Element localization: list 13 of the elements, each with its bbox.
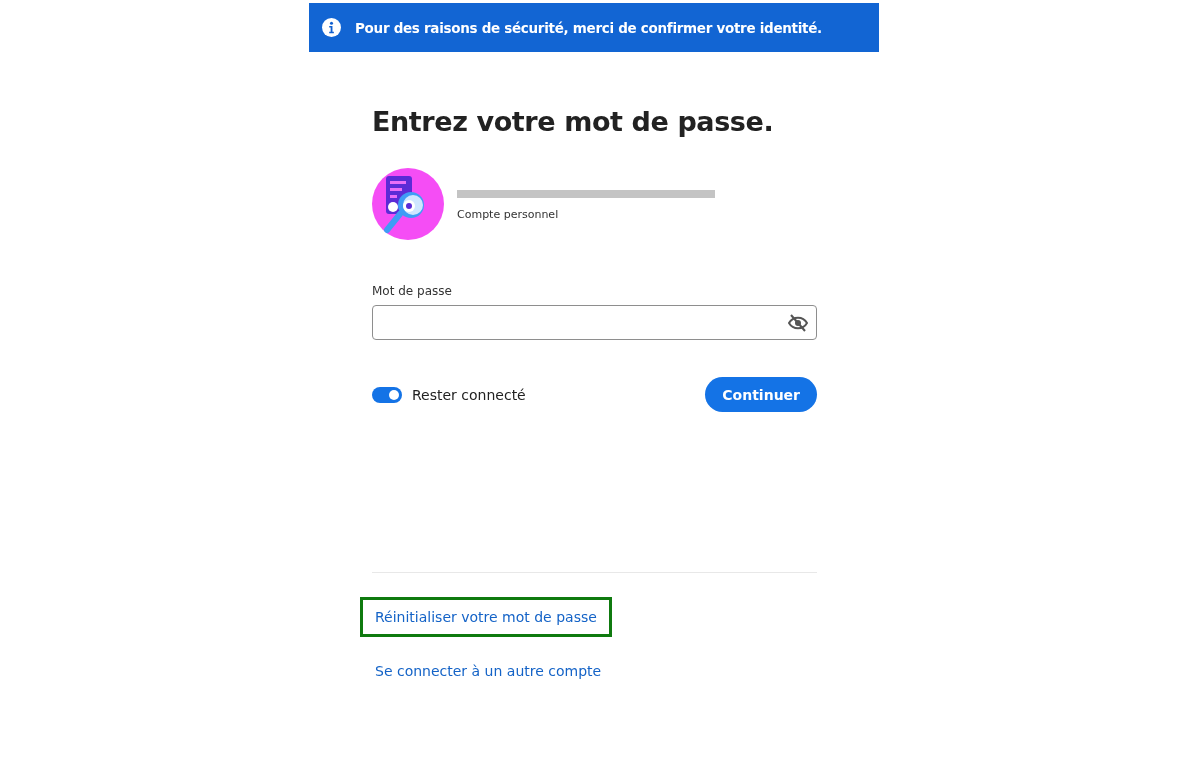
text-link[interactable]: Réinitialiser votre mot de passe — [360, 597, 612, 637]
account-type: Compte personnel — [457, 207, 560, 221]
banner-message: Pour des raisons de sécurité, merci de confirmer votre identité. — [355, 19, 822, 36]
toggle-label: Rester connecté — [412, 386, 526, 403]
continue-button[interactable]: Continuer — [705, 377, 817, 412]
password-field[interactable] — [372, 305, 817, 340]
avatar-icon — [372, 168, 444, 240]
text-link[interactable]: Se connecter à un autre compte — [360, 651, 617, 691]
info-icon — [322, 18, 341, 37]
toggle-switch[interactable] — [372, 386, 402, 403]
eye-slash-icon[interactable] — [788, 313, 808, 332]
page-heading: Entrez votre mot de passe. — [372, 106, 775, 137]
field-label: Mot de passe — [372, 284, 453, 298]
